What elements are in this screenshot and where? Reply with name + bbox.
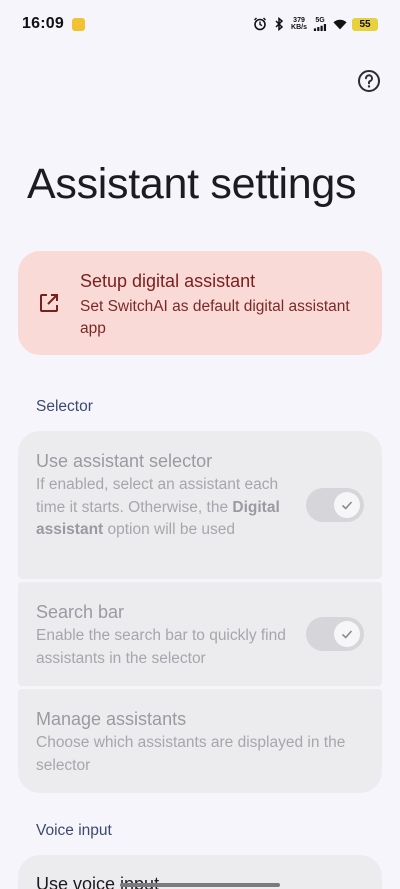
search-bar-toggle[interactable]: [306, 617, 364, 651]
search-bar-title: Search bar: [36, 602, 125, 622]
search-bar-description: Enable the search bar to quickly find as…: [36, 627, 286, 667]
setup-card-title: Setup digital assistant: [80, 271, 256, 291]
manage-assistants-description: Choose which assistants are displayed in…: [36, 734, 346, 774]
status-time: 16:09: [22, 15, 64, 32]
setup-card-description: Set SwitchAI as default digital assistan…: [80, 298, 350, 337]
gesture-navigation-bar[interactable]: [120, 883, 280, 887]
help-icon: [358, 70, 380, 92]
help-button[interactable]: [356, 68, 382, 94]
use-assistant-selector-title: Use assistant selector: [36, 451, 213, 471]
status-bar: 16:09 379 KB/s 5G 55: [0, 0, 400, 48]
cellular-signal-icon: 5G: [312, 17, 328, 31]
alarm-icon: [253, 17, 267, 31]
section-header-selector: Selector: [36, 398, 93, 415]
notification-icon: [71, 17, 85, 31]
manage-assistants-title: Manage assistants: [36, 709, 187, 729]
use-assistant-selector-description: If enabled, select an assistant each tim…: [36, 476, 280, 538]
use-assistant-selector-toggle[interactable]: [306, 488, 364, 522]
network-speed: 379 KB/s: [291, 17, 307, 31]
battery-indicator: 55: [352, 17, 378, 31]
open-external-icon: [40, 294, 58, 312]
check-icon: [341, 501, 353, 510]
section-header-voice-input: Voice input: [36, 822, 112, 839]
wifi-icon: [333, 17, 347, 31]
check-icon: [341, 630, 353, 639]
page-title: Assistant settings: [27, 160, 357, 208]
bluetooth-icon: [272, 17, 286, 31]
